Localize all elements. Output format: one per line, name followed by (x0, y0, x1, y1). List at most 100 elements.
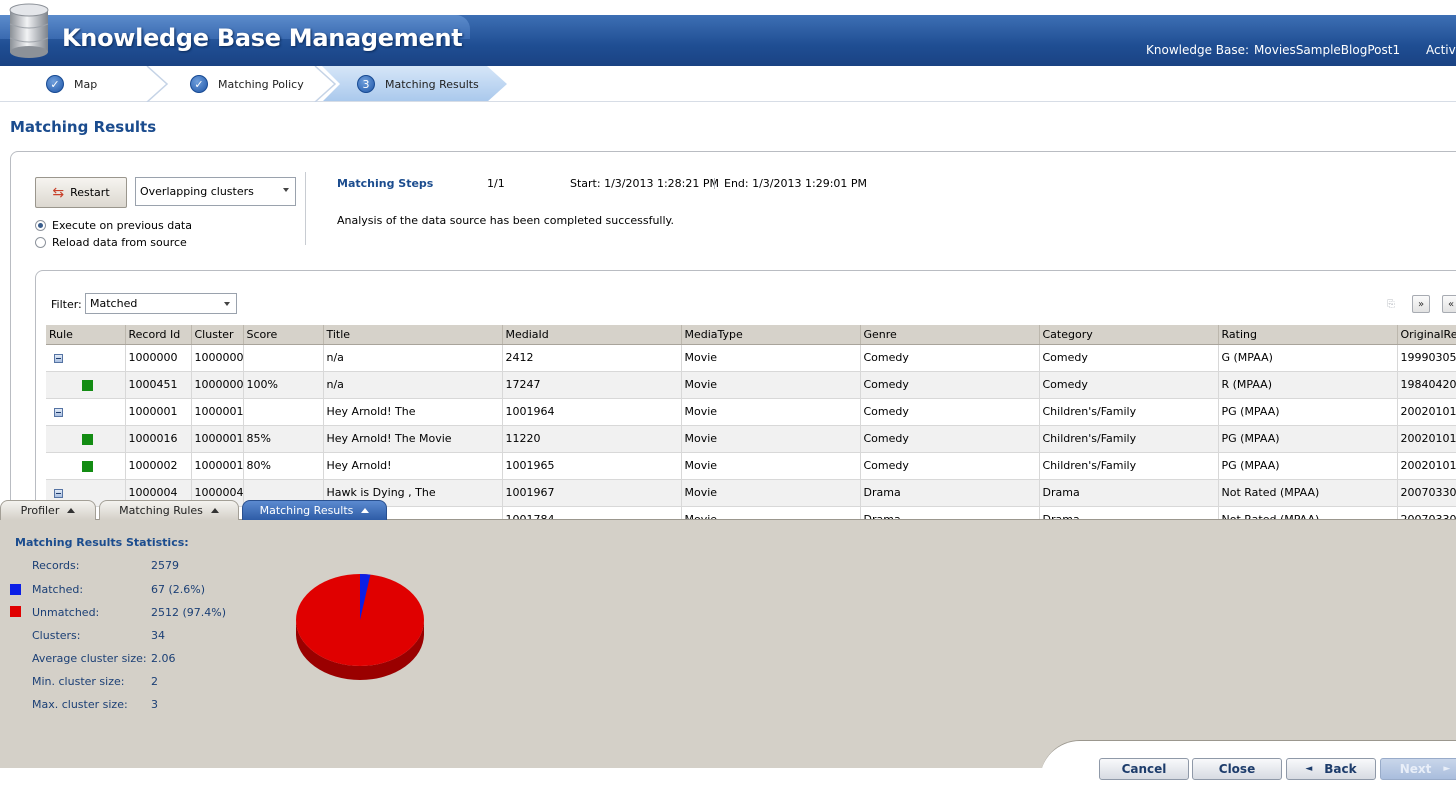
radio-reload-source[interactable]: Reload data from source (35, 236, 187, 249)
rule-cell[interactable] (46, 344, 126, 372)
matched-value: 67 (2.6%) (151, 583, 206, 596)
matching-end-time: End: 1/3/2013 1:29:01 PM (724, 177, 868, 190)
step-matching-policy[interactable]: ✓ Matching Policy (190, 66, 304, 102)
cell-category: Children's/Family (1039, 398, 1219, 426)
activity-link[interactable]: Activi (1426, 43, 1456, 57)
min-cluster-size-label: Min. cluster size: (32, 675, 125, 688)
filter-value: Matched (90, 297, 138, 310)
cell-genre: Comedy (860, 344, 1040, 372)
statistics-title: Matching Results Statistics: (15, 536, 189, 549)
rule-cell[interactable] (46, 371, 126, 399)
column-header-score[interactable]: Score (243, 325, 324, 345)
collapse-icon[interactable] (54, 407, 63, 417)
rule-cell[interactable] (46, 398, 126, 426)
min-cluster-size-value: 2 (151, 675, 158, 688)
column-header-category[interactable]: Category (1039, 325, 1219, 345)
export-icon[interactable]: ⎘ (1382, 295, 1400, 313)
cell-score (243, 398, 324, 426)
unmatched-legend-swatch (10, 606, 21, 617)
collapse-all-icon[interactable]: « (1442, 295, 1456, 313)
cluster-mode-value: Overlapping clusters (140, 185, 254, 198)
table-row[interactable]: 1000451 1000000 100% n/a 17247 Movie Comedy Com… (46, 371, 1456, 399)
radio-button[interactable] (35, 237, 46, 248)
cell-media-id: 2412 (502, 344, 682, 372)
column-header-media-id[interactable]: MediaId (502, 325, 682, 345)
back-button[interactable]: ◄ Back (1286, 758, 1376, 780)
cell-title: n/a (323, 371, 503, 399)
column-header-cluster[interactable]: Cluster (191, 325, 244, 345)
chevron-up-icon (210, 508, 219, 513)
filter-label: Filter: (51, 298, 82, 311)
cell-rating: G (MPAA) (1218, 344, 1398, 372)
cell-record-id: 1000451 (125, 371, 192, 399)
cell-score: 85% (243, 425, 324, 453)
filter-select[interactable]: Matched (85, 293, 237, 314)
cell-record-id: 1000001 (125, 398, 192, 426)
clusters-value: 34 (151, 629, 165, 642)
cell-media-type: Movie (681, 452, 861, 480)
cell-release: 19840420 (1397, 371, 1456, 399)
cell-media-type: Movie (681, 479, 861, 507)
tab-label: Matching Rules (119, 504, 203, 517)
unmatched-label: Unmatched: (32, 606, 100, 619)
restart-button[interactable]: ⇆ Restart (35, 177, 127, 208)
table-row[interactable]: 1000000 1000000 n/a 2412 Movie Comedy Comedy G … (46, 344, 1456, 372)
cell-cluster: 1000001 (191, 425, 244, 453)
cell-cluster: 1000001 (191, 398, 244, 426)
restart-label: Restart (70, 186, 110, 199)
expand-all-icon[interactable]: » (1412, 295, 1430, 313)
records-label: Records: (32, 559, 80, 572)
app-header: Knowledge Base Management Knowledge Base… (0, 0, 1456, 66)
tab-profiler[interactable]: Profiler (0, 500, 96, 520)
chevron-up-icon (67, 508, 76, 513)
chevron-down-icon (283, 188, 289, 192)
unmatched-value: 2512 (97.4%) (151, 606, 227, 619)
cancel-button[interactable]: Cancel (1099, 758, 1189, 780)
avg-cluster-size-label: Average cluster size: (32, 652, 147, 665)
step-number-icon: 3 (357, 75, 375, 93)
step-map[interactable]: ✓ Map (46, 66, 97, 102)
next-label: Next (1399, 762, 1432, 776)
cell-title: Hey Arnold! The Movie (323, 425, 503, 453)
wizard-steps: ✓ Map ✓ Matching Policy 3 Matching Resul… (0, 66, 1456, 102)
column-header-rule[interactable]: Rule (46, 325, 126, 345)
cell-rating: Not Rated (MPAA) (1218, 479, 1398, 507)
left-arrow-icon: ◄ (1305, 764, 1313, 774)
cell-genre: Comedy (860, 425, 1040, 453)
cell-media-id: 17247 (502, 371, 682, 399)
cell-release: 20020101 (1397, 425, 1456, 453)
table-row[interactable]: 1000016 1000001 85% Hey Arnold! The Movie 11… (46, 425, 1456, 453)
next-button[interactable]: Next ► (1380, 758, 1456, 780)
cell-media-id: 1001967 (502, 479, 682, 507)
radio-button[interactable] (35, 220, 46, 231)
cell-category: Comedy (1039, 344, 1219, 372)
chevron-separator-icon (314, 66, 337, 102)
table-row[interactable]: 1000001 1000001 Hey Arnold! The 1001964 Movi… (46, 398, 1456, 426)
column-header-media-type[interactable]: MediaType (681, 325, 861, 345)
tab-matching-rules[interactable]: Matching Rules (99, 500, 239, 520)
column-header-original-release[interactable]: OriginalRele (1397, 325, 1456, 345)
cell-genre: Comedy (860, 452, 1040, 480)
chevron-up-icon (361, 508, 370, 513)
table-row[interactable]: 1000002 1000001 80% Hey Arnold! 1001965 Movie… (46, 452, 1456, 480)
column-header-title[interactable]: Title (323, 325, 503, 345)
cell-rating: PG (MPAA) (1218, 425, 1398, 453)
tab-matching-results[interactable]: Matching Results (242, 500, 387, 520)
collapse-icon[interactable] (54, 353, 63, 363)
rule-cell[interactable] (46, 425, 126, 453)
cell-score: 100% (243, 371, 324, 399)
tab-label: Matching Results (259, 504, 354, 517)
column-header-genre[interactable]: Genre (860, 325, 1040, 345)
close-button[interactable]: Close (1192, 758, 1282, 780)
collapse-icon[interactable] (54, 488, 63, 498)
column-header-rating[interactable]: Rating (1218, 325, 1398, 345)
cell-genre: Drama (860, 479, 1040, 507)
cluster-mode-select[interactable]: Overlapping clusters (135, 177, 296, 206)
cell-category: Drama (1039, 479, 1219, 507)
rule-cell[interactable] (46, 452, 126, 480)
radio-execute-previous[interactable]: Execute on previous data (35, 219, 192, 232)
cell-record-id: 1000002 (125, 452, 192, 480)
column-header-record-id[interactable]: Record Id (125, 325, 192, 345)
step-matching-results[interactable]: 3 Matching Results (357, 66, 479, 102)
radio-label: Reload data from source (52, 236, 187, 249)
